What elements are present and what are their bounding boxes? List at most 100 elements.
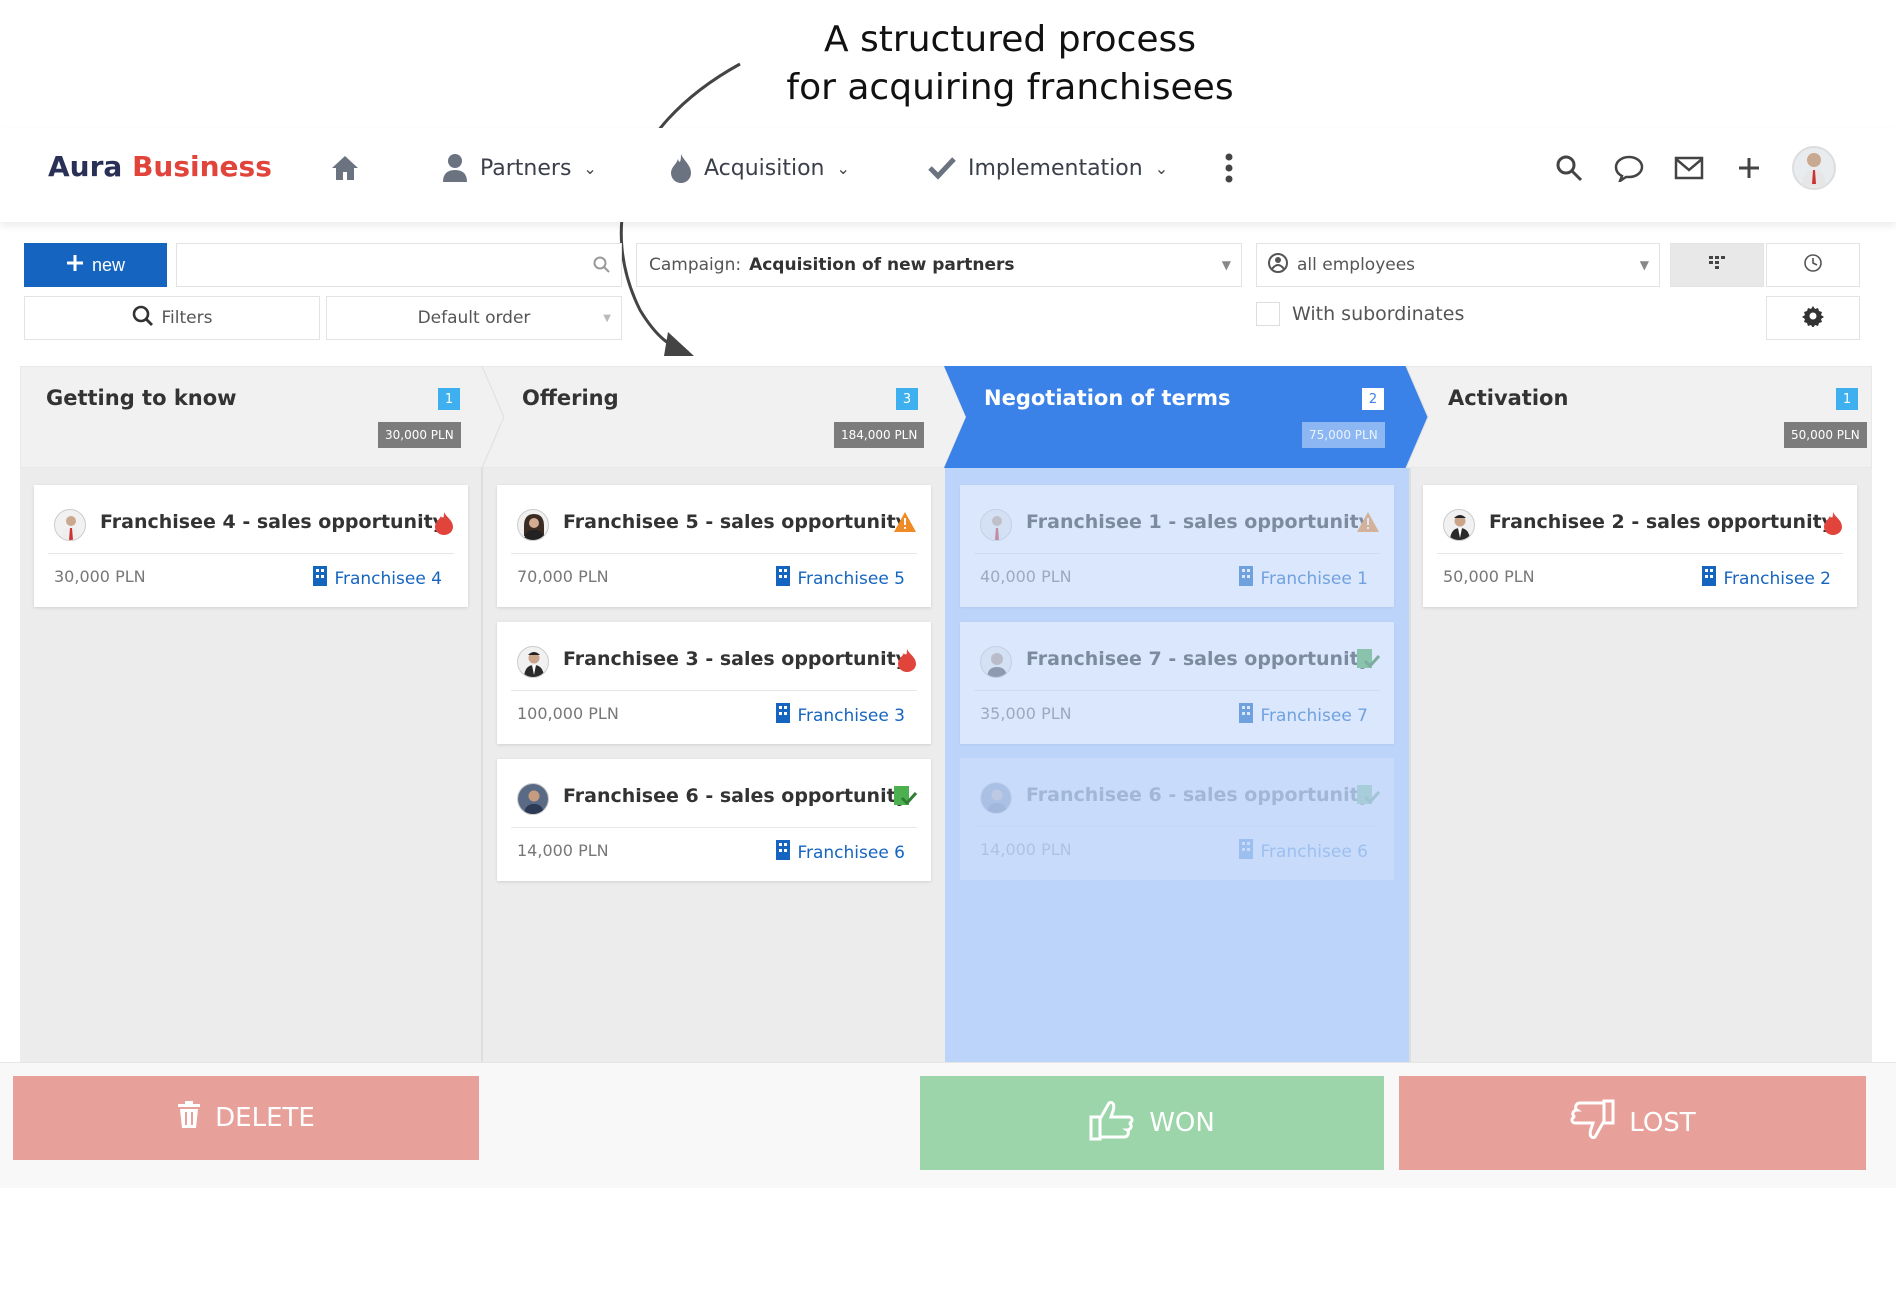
- card-title: Franchisee 6 - sales opportunity: [563, 785, 909, 807]
- avatar: [517, 509, 549, 541]
- nav-implementation-label: Implementation: [968, 155, 1143, 181]
- user-icon: [442, 153, 468, 183]
- stage-negotiation-of-terms[interactable]: Negotiation of terms 2 75,000 PLN: [944, 366, 1406, 468]
- search-icon[interactable]: [1552, 151, 1586, 185]
- nav-acquisition-label: Acquisition: [704, 155, 825, 181]
- won-drop-zone[interactable]: WON: [920, 1076, 1384, 1170]
- brand-word-1: Aura: [48, 150, 123, 183]
- card-company-link[interactable]: Franchisee 7: [1238, 702, 1368, 729]
- order-select[interactable]: Default order ▼: [326, 296, 622, 340]
- kanban-board: [20, 366, 1872, 1062]
- nav-implementation[interactable]: Implementation ⌄: [928, 148, 1168, 188]
- settings-button[interactable]: [1766, 296, 1860, 340]
- stage-title: Activation: [1448, 386, 1569, 410]
- lost-drop-zone[interactable]: LOST: [1399, 1076, 1866, 1170]
- card-company-link[interactable]: Franchisee 2: [1701, 565, 1831, 592]
- plus-icon[interactable]: [1732, 151, 1766, 185]
- trash-icon: [177, 1100, 201, 1136]
- card-company-link[interactable]: Franchisee 4: [312, 565, 442, 592]
- card-company-link[interactable]: Franchisee 1: [1238, 565, 1368, 592]
- subordinates-label: With subordinates: [1292, 303, 1465, 325]
- stage-amount: 30,000 PLN: [378, 422, 461, 448]
- stage-getting-to-know[interactable]: Getting to know 1 30,000 PLN: [20, 366, 482, 468]
- card-amount: 50,000 PLN: [1443, 567, 1535, 586]
- card-amount: 100,000 PLN: [517, 704, 619, 723]
- card-title: Franchisee 6 - sales opportunity: [1026, 784, 1372, 806]
- search-icon[interactable]: [593, 256, 611, 278]
- nav-partners[interactable]: Partners ⌄: [442, 148, 597, 188]
- chevron-down-icon: ⌄: [836, 158, 850, 178]
- card-title: Franchisee 1 - sales opportunity: [1026, 511, 1372, 533]
- card-amount: 14,000 PLN: [980, 840, 1072, 859]
- dragging-card-ghost[interactable]: Franchisee 6 - sales opportunity 14,000 …: [960, 758, 1394, 880]
- check-icon: [928, 156, 956, 180]
- fire-icon: [1823, 511, 1843, 539]
- card-divider: [974, 553, 1380, 554]
- new-button[interactable]: new: [24, 243, 167, 287]
- opportunity-card[interactable]: Franchisee 2 - sales opportunity 50,000 …: [1423, 485, 1857, 607]
- card-company-link[interactable]: Franchisee 6: [1238, 838, 1368, 865]
- opportunity-card[interactable]: Franchisee 6 - sales opportunity 14,000 …: [497, 759, 931, 881]
- campaign-value: Acquisition of new partners: [749, 255, 1015, 275]
- filters-label: Filters: [161, 308, 213, 328]
- building-icon: [775, 702, 791, 729]
- card-divider: [974, 690, 1380, 691]
- subordinates-checkbox[interactable]: [1256, 302, 1280, 326]
- home-button[interactable]: [330, 148, 360, 188]
- chevron-down-icon: ⌄: [583, 158, 597, 178]
- brand-logo[interactable]: Aura Business: [48, 150, 272, 183]
- subordinates-toggle: With subordinates: [1256, 302, 1464, 326]
- card-divider: [511, 553, 917, 554]
- more-menu-button[interactable]: [1224, 148, 1234, 188]
- opportunity-card[interactable]: Franchisee 4 - sales opportunity 30,000 …: [34, 485, 468, 607]
- employees-select[interactable]: all employees ▼: [1256, 243, 1660, 287]
- nav-acquisition[interactable]: Acquisition ⌄: [670, 148, 850, 188]
- opportunity-card[interactable]: Franchisee 3 - sales opportunity 100,000…: [497, 622, 931, 744]
- avatar: [517, 783, 549, 815]
- search-input[interactable]: [177, 244, 621, 286]
- company-name: Franchisee 6: [797, 842, 905, 863]
- company-name: Franchisee 1: [1260, 568, 1368, 589]
- timeline-view-button[interactable]: [1766, 243, 1860, 287]
- delete-drop-zone[interactable]: DELETE: [13, 1076, 479, 1160]
- card-company-link[interactable]: Franchisee 6: [775, 839, 905, 866]
- filters-button[interactable]: Filters: [24, 296, 320, 340]
- card-company-link[interactable]: Franchisee 5: [775, 565, 905, 592]
- more-vertical-icon: [1224, 153, 1234, 183]
- company-name: Franchisee 7: [1260, 705, 1368, 726]
- header-actions: [1552, 146, 1836, 190]
- stage-offering[interactable]: Offering 3 184,000 PLN: [482, 366, 944, 468]
- home-icon: [330, 154, 360, 182]
- stage-activation[interactable]: Activation 1 50,000 PLN: [1406, 366, 1872, 468]
- card-title: Franchisee 4 - sales opportunity: [100, 511, 446, 533]
- opportunity-card[interactable]: Franchisee 7 - sales opportunity 35,000 …: [960, 622, 1394, 744]
- mail-icon[interactable]: [1672, 151, 1706, 185]
- chat-icon[interactable]: [1612, 151, 1646, 185]
- opportunity-card[interactable]: Franchisee 1 - sales opportunity 40,000 …: [960, 485, 1394, 607]
- stage-count: 1: [1836, 388, 1858, 410]
- clock-icon: [1803, 253, 1823, 277]
- thumbs-up-icon: [1089, 1097, 1135, 1150]
- card-title: Franchisee 3 - sales opportunity: [563, 648, 909, 670]
- approved-icon: [893, 785, 918, 811]
- stage-amount: 184,000 PLN: [834, 422, 925, 448]
- user-avatar[interactable]: [1792, 146, 1836, 190]
- lost-label: LOST: [1629, 1108, 1696, 1138]
- brand-word-2: Business: [132, 150, 272, 183]
- card-company-link[interactable]: Franchisee 3: [775, 702, 905, 729]
- warning-icon: [1356, 511, 1380, 537]
- opportunity-card[interactable]: Franchisee 5 - sales opportunity 70,000 …: [497, 485, 931, 607]
- stage-amount: 75,000 PLN: [1302, 422, 1385, 448]
- campaign-select[interactable]: Campaign: Acquisition of new partners ▼: [636, 243, 1242, 287]
- building-icon: [1238, 702, 1254, 729]
- drop-action-bar: DELETE WON LOST: [0, 1062, 1896, 1188]
- nav-partners-label: Partners: [480, 155, 572, 181]
- kanban-view-button[interactable]: [1670, 243, 1764, 287]
- annotation-line-1: A structured process: [823, 19, 1197, 60]
- avatar: [980, 646, 1012, 678]
- employees-value: all employees: [1297, 255, 1416, 275]
- stage-count: 3: [896, 388, 918, 410]
- card-divider: [48, 553, 454, 554]
- thumbs-down-icon: [1569, 1097, 1615, 1150]
- chevron-down-icon: ⌄: [1154, 158, 1169, 178]
